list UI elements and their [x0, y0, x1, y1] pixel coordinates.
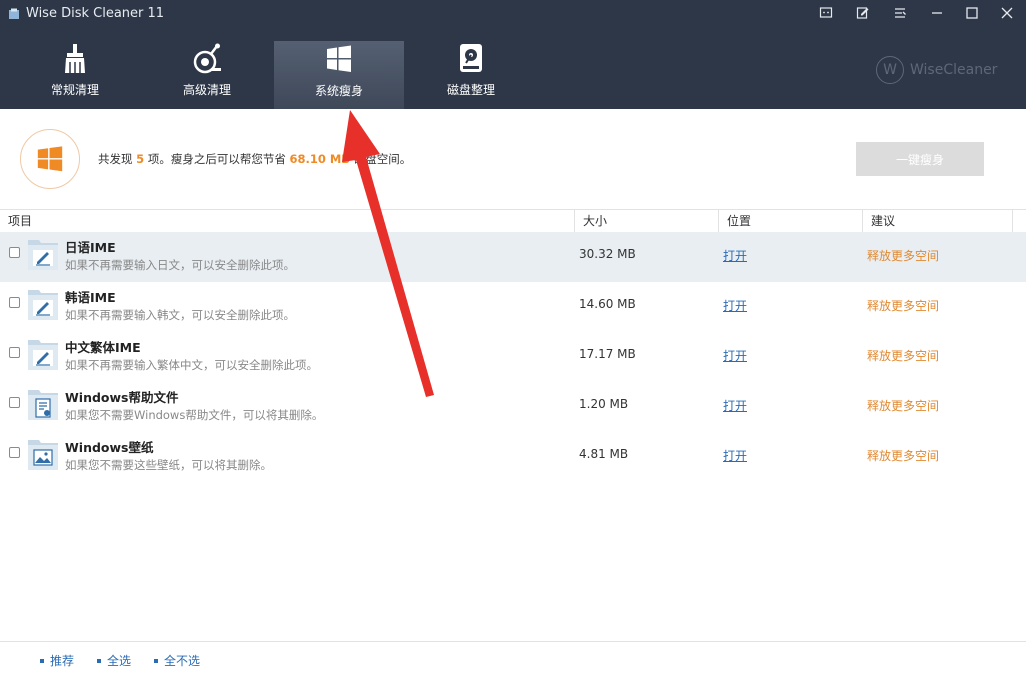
disk-defrag-icon: [460, 44, 482, 72]
bullet-icon: [154, 658, 158, 663]
row-size: 1.20 MB: [579, 397, 629, 411]
broom-icon: [65, 44, 85, 73]
row-name: Windows帮助文件: [65, 390, 179, 405]
recommended-link[interactable]: 推荐: [40, 652, 74, 669]
recommended-label: 推荐: [50, 654, 75, 668]
summary-count: 5: [136, 152, 145, 166]
row-checkbox[interactable]: [9, 297, 20, 308]
wallpaper-folder-icon: [28, 440, 58, 470]
ime-folder-icon: [28, 290, 58, 320]
table-row[interactable]: Windows壁纸 如果您不需要这些壁纸，可以将其删除。 4.81 MB 打开 …: [0, 432, 1026, 482]
select-all-link[interactable]: 全选: [97, 652, 131, 669]
row-size: 17.17 MB: [579, 347, 636, 361]
row-checkbox[interactable]: [9, 447, 20, 458]
row-checkbox[interactable]: [9, 247, 20, 258]
tab-advanced-clean[interactable]: 高级清理: [142, 40, 272, 108]
feedback-icon[interactable]: [809, 0, 843, 26]
ime-folder-icon: [28, 240, 58, 270]
summary-prefix: 共发现: [98, 152, 133, 166]
table-row[interactable]: 中文繁体IME 如果不再需要输入繁体中文，可以安全删除此项。 17.17 MB …: [0, 332, 1026, 382]
minimize-icon[interactable]: [920, 0, 954, 26]
help-file-folder-icon: [28, 390, 58, 420]
row-suggestion: 释放更多空间: [867, 399, 940, 413]
column-header-filler: [1012, 210, 1026, 232]
window-title-text: Wise Disk Cleaner 11: [26, 6, 165, 21]
select-none-label: 全不选: [164, 654, 201, 668]
open-location-link[interactable]: 打开: [723, 397, 747, 414]
edit-icon[interactable]: [846, 0, 880, 26]
column-header-item[interactable]: 项目: [0, 210, 574, 232]
brand-logo: W WiseCleaner: [876, 56, 997, 84]
summary-text: 共发现 5 项。瘦身之后可以帮您节省 68.10 MB 磁盘空间。: [98, 151, 411, 167]
row-name: 日语IME: [65, 240, 116, 255]
app-logo-icon: [9, 8, 19, 19]
tab-label: 高级清理: [182, 83, 231, 97]
table-row[interactable]: 日语IME 如果不再需要输入日文，可以安全删除此项。 30.32 MB 打开 释…: [0, 232, 1026, 282]
open-location-link[interactable]: 打开: [723, 447, 747, 464]
tab-disk-defrag[interactable]: 磁盘整理: [406, 40, 536, 108]
window-title: Wise Disk Cleaner 11: [8, 6, 164, 21]
brand-name: WiseCleaner: [910, 62, 998, 78]
footer-bar: 推荐 全选 全不选: [0, 641, 1026, 679]
row-description: 如果不再需要输入繁体中文，可以安全删除此项。: [65, 358, 318, 372]
row-checkbox[interactable]: [9, 347, 20, 358]
row-suggestion: 释放更多空间: [867, 299, 940, 313]
open-location-link[interactable]: 打开: [723, 247, 747, 264]
table-header: 项目 大小 位置 建议: [0, 209, 1026, 233]
wisecleaner-logo-icon: W: [876, 56, 904, 84]
row-size: 14.60 MB: [579, 297, 636, 311]
row-suggestion: 释放更多空间: [867, 349, 940, 363]
column-header-location[interactable]: 位置: [718, 210, 862, 232]
row-size: 30.32 MB: [579, 247, 636, 261]
row-suggestion: 释放更多空间: [867, 449, 940, 463]
select-all-label: 全选: [107, 654, 132, 668]
row-description: 如果您不需要这些壁纸，可以将其删除。: [65, 458, 272, 472]
row-name: Windows壁纸: [65, 440, 154, 455]
tab-label: 磁盘整理: [446, 83, 495, 97]
row-description: 如果不再需要输入日文，可以安全删除此项。: [65, 258, 295, 272]
row-description: 如果不再需要输入韩文，可以安全删除此项。: [65, 308, 295, 322]
one-click-slim-button[interactable]: 一键瘦身: [856, 142, 984, 176]
tab-label: 常规清理: [50, 83, 99, 97]
tab-system-slim[interactable]: 系统瘦身: [274, 41, 404, 109]
bullet-icon: [97, 658, 101, 663]
bullet-icon: [40, 658, 44, 663]
windows-icon: [327, 45, 351, 72]
summary-windows-icon: [20, 129, 80, 189]
row-description: 如果您不需要Windows帮助文件，可以将其删除。: [65, 408, 324, 422]
settings-menu-icon[interactable]: [883, 0, 917, 26]
row-size: 4.81 MB: [579, 447, 629, 461]
open-location-link[interactable]: 打开: [723, 297, 747, 314]
advanced-clean-icon: [193, 43, 221, 74]
row-name: 中文繁体IME: [65, 340, 141, 355]
column-header-size[interactable]: 大小: [574, 210, 718, 232]
summary-suffix: 磁盘空间。: [353, 152, 412, 166]
ime-folder-icon: [28, 340, 58, 370]
row-name: 韩语IME: [65, 290, 116, 305]
summary-middle: 项。瘦身之后可以帮您节省: [147, 152, 286, 166]
table-row[interactable]: 韩语IME 如果不再需要输入韩文，可以安全删除此项。 14.60 MB 打开 释…: [0, 282, 1026, 332]
table-row[interactable]: Windows帮助文件 如果您不需要Windows帮助文件，可以将其删除。 1.…: [0, 382, 1026, 432]
select-none-link[interactable]: 全不选: [154, 652, 200, 669]
row-checkbox[interactable]: [9, 397, 20, 408]
close-icon[interactable]: [990, 0, 1024, 26]
column-header-suggestion[interactable]: 建议: [862, 210, 1012, 232]
tab-regular-clean[interactable]: 常规清理: [10, 40, 140, 108]
top-bar: Wise Disk Cleaner 11 常规清理 高级清理 系统瘦身 磁盘整理…: [0, 0, 1026, 109]
open-location-link[interactable]: 打开: [723, 347, 747, 364]
maximize-icon[interactable]: [955, 0, 989, 26]
row-suggestion: 释放更多空间: [867, 249, 940, 263]
tab-label: 系统瘦身: [314, 84, 363, 98]
summary-size: 68.10 MB: [289, 152, 351, 166]
